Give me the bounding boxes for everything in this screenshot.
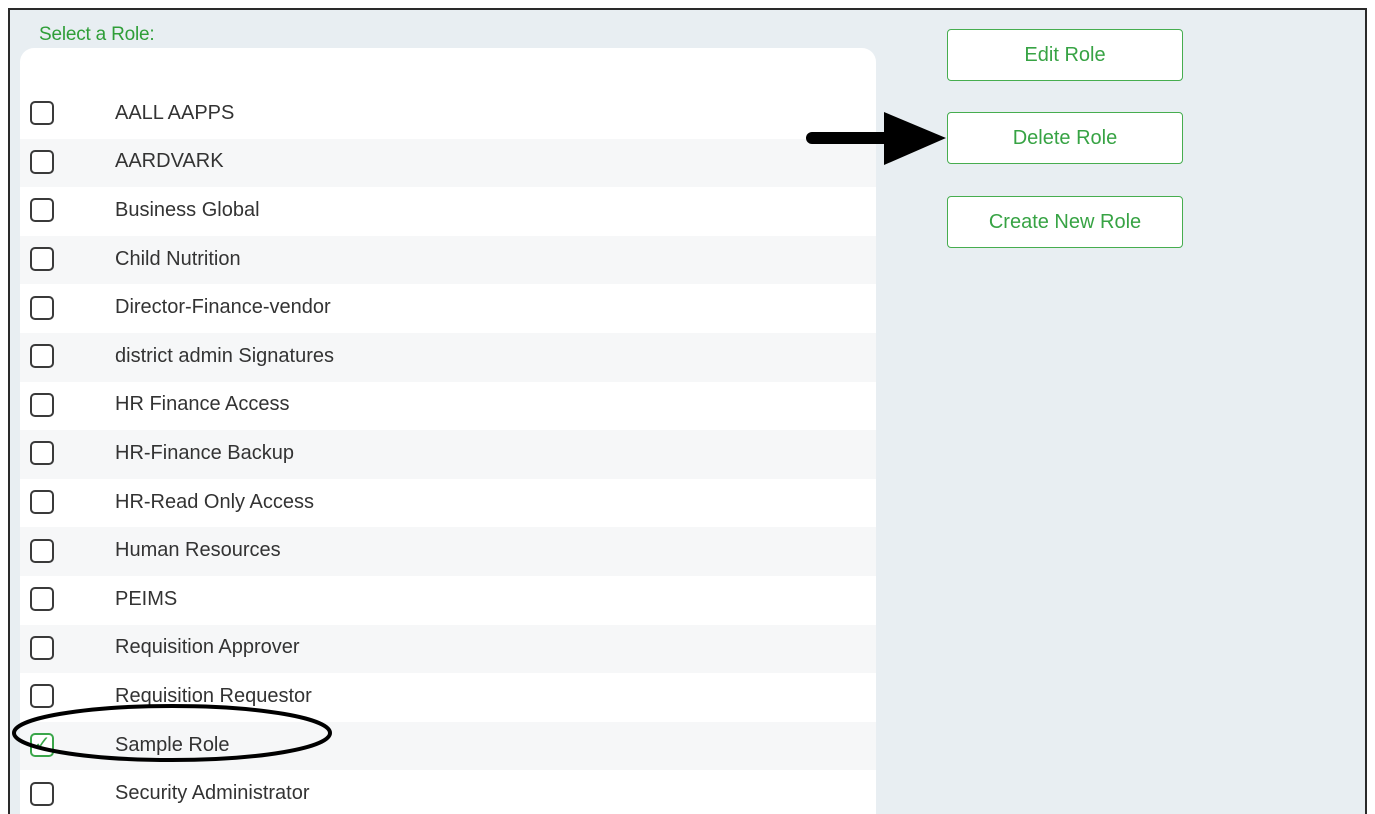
edit-role-button[interactable]: Edit Role bbox=[947, 29, 1183, 81]
role-row[interactable]: Security Administrator bbox=[20, 770, 876, 814]
role-row[interactable]: PEIMS bbox=[20, 576, 876, 625]
role-label: Human Resources bbox=[115, 539, 281, 562]
delete-role-button[interactable]: Delete Role bbox=[947, 112, 1183, 164]
role-checkbox[interactable] bbox=[30, 101, 54, 126]
role-label: district admin Signatures bbox=[115, 344, 334, 367]
role-label: Security Administrator bbox=[115, 782, 310, 805]
role-row[interactable]: HR Finance Access bbox=[20, 381, 876, 431]
role-row[interactable]: AALL AAPPS bbox=[20, 90, 876, 139]
role-row[interactable]: ✓ Sample Role bbox=[20, 721, 876, 771]
role-label: AARDVARK bbox=[115, 150, 224, 173]
role-label: HR Finance Access bbox=[115, 393, 290, 416]
role-row[interactable]: Human Resources bbox=[20, 527, 876, 576]
role-row[interactable]: Director-Finance-vendor bbox=[20, 284, 876, 333]
role-list: AALL AAPPS AARDVARK Business Global Child N… bbox=[20, 48, 876, 814]
role-checkbox[interactable] bbox=[30, 538, 54, 563]
role-row[interactable]: HR-Read Only Access bbox=[20, 478, 876, 528]
role-label: Sample Role bbox=[115, 733, 230, 756]
role-checkbox[interactable] bbox=[30, 490, 54, 515]
role-label: Requisition Requestor bbox=[115, 684, 312, 707]
section-title: Select a Role: bbox=[39, 24, 155, 45]
check-icon: ✓ bbox=[34, 733, 51, 756]
role-row[interactable]: Business Global bbox=[20, 187, 876, 236]
role-checkbox[interactable] bbox=[30, 587, 54, 612]
role-checkbox[interactable] bbox=[30, 344, 54, 369]
role-checkbox[interactable] bbox=[30, 295, 54, 320]
role-row[interactable]: HR-Finance Backup bbox=[20, 430, 876, 479]
role-label: HR-Finance Backup bbox=[115, 441, 294, 464]
role-row[interactable]: AARDVARK bbox=[20, 138, 876, 188]
role-row[interactable]: Child Nutrition bbox=[20, 235, 876, 285]
role-checkbox[interactable] bbox=[30, 149, 54, 174]
role-checkbox[interactable] bbox=[30, 635, 54, 660]
role-checkbox[interactable]: ✓ bbox=[30, 733, 54, 758]
role-row[interactable]: Requisition Requestor bbox=[20, 673, 876, 722]
role-label: AALL AAPPS bbox=[115, 101, 235, 124]
role-checkbox[interactable] bbox=[30, 247, 54, 272]
role-checkbox[interactable] bbox=[30, 392, 54, 417]
role-label: HR-Read Only Access bbox=[115, 490, 314, 513]
create-new-role-button[interactable]: Create New Role bbox=[947, 196, 1183, 248]
role-management-panel: Select a Role: AALL AAPPS AARDVARK Busines… bbox=[8, 8, 1367, 814]
role-row[interactable]: Requisition Approver bbox=[20, 624, 876, 674]
role-checkbox[interactable] bbox=[30, 198, 54, 223]
role-checkbox[interactable] bbox=[30, 684, 54, 709]
role-checkbox[interactable] bbox=[30, 441, 54, 466]
role-label: Requisition Approver bbox=[115, 636, 300, 659]
role-label: Child Nutrition bbox=[115, 247, 241, 270]
role-row[interactable]: district admin Signatures bbox=[20, 333, 876, 382]
role-label: Director-Finance-vendor bbox=[115, 296, 331, 319]
role-checkbox[interactable] bbox=[30, 781, 54, 806]
role-label: PEIMS bbox=[115, 587, 178, 610]
role-label: Business Global bbox=[115, 198, 260, 221]
